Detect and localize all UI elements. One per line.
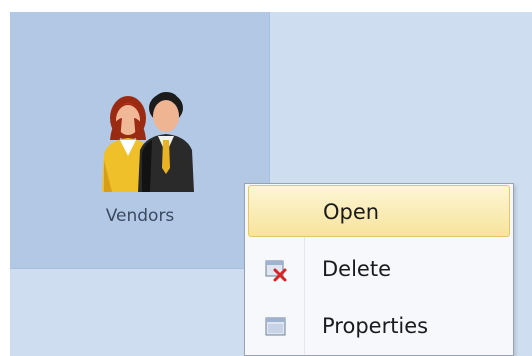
menu-item-open[interactable]: Open [248,185,510,237]
delete-icon [265,260,287,282]
menu-item-delete[interactable]: Delete [248,243,510,295]
menu-item-properties-label: Properties [322,314,429,338]
vendors-tile[interactable]: Vendors [10,12,270,269]
menu-item-delete-label: Delete [322,257,391,281]
context-menu: Open Delete Properties [244,183,514,356]
vendors-label: Vendors [105,206,175,226]
menu-item-open-label: Open [323,200,380,224]
vendors-people-icon [102,92,194,192]
menu-item-properties[interactable]: Properties [248,300,510,352]
properties-icon [265,317,286,336]
